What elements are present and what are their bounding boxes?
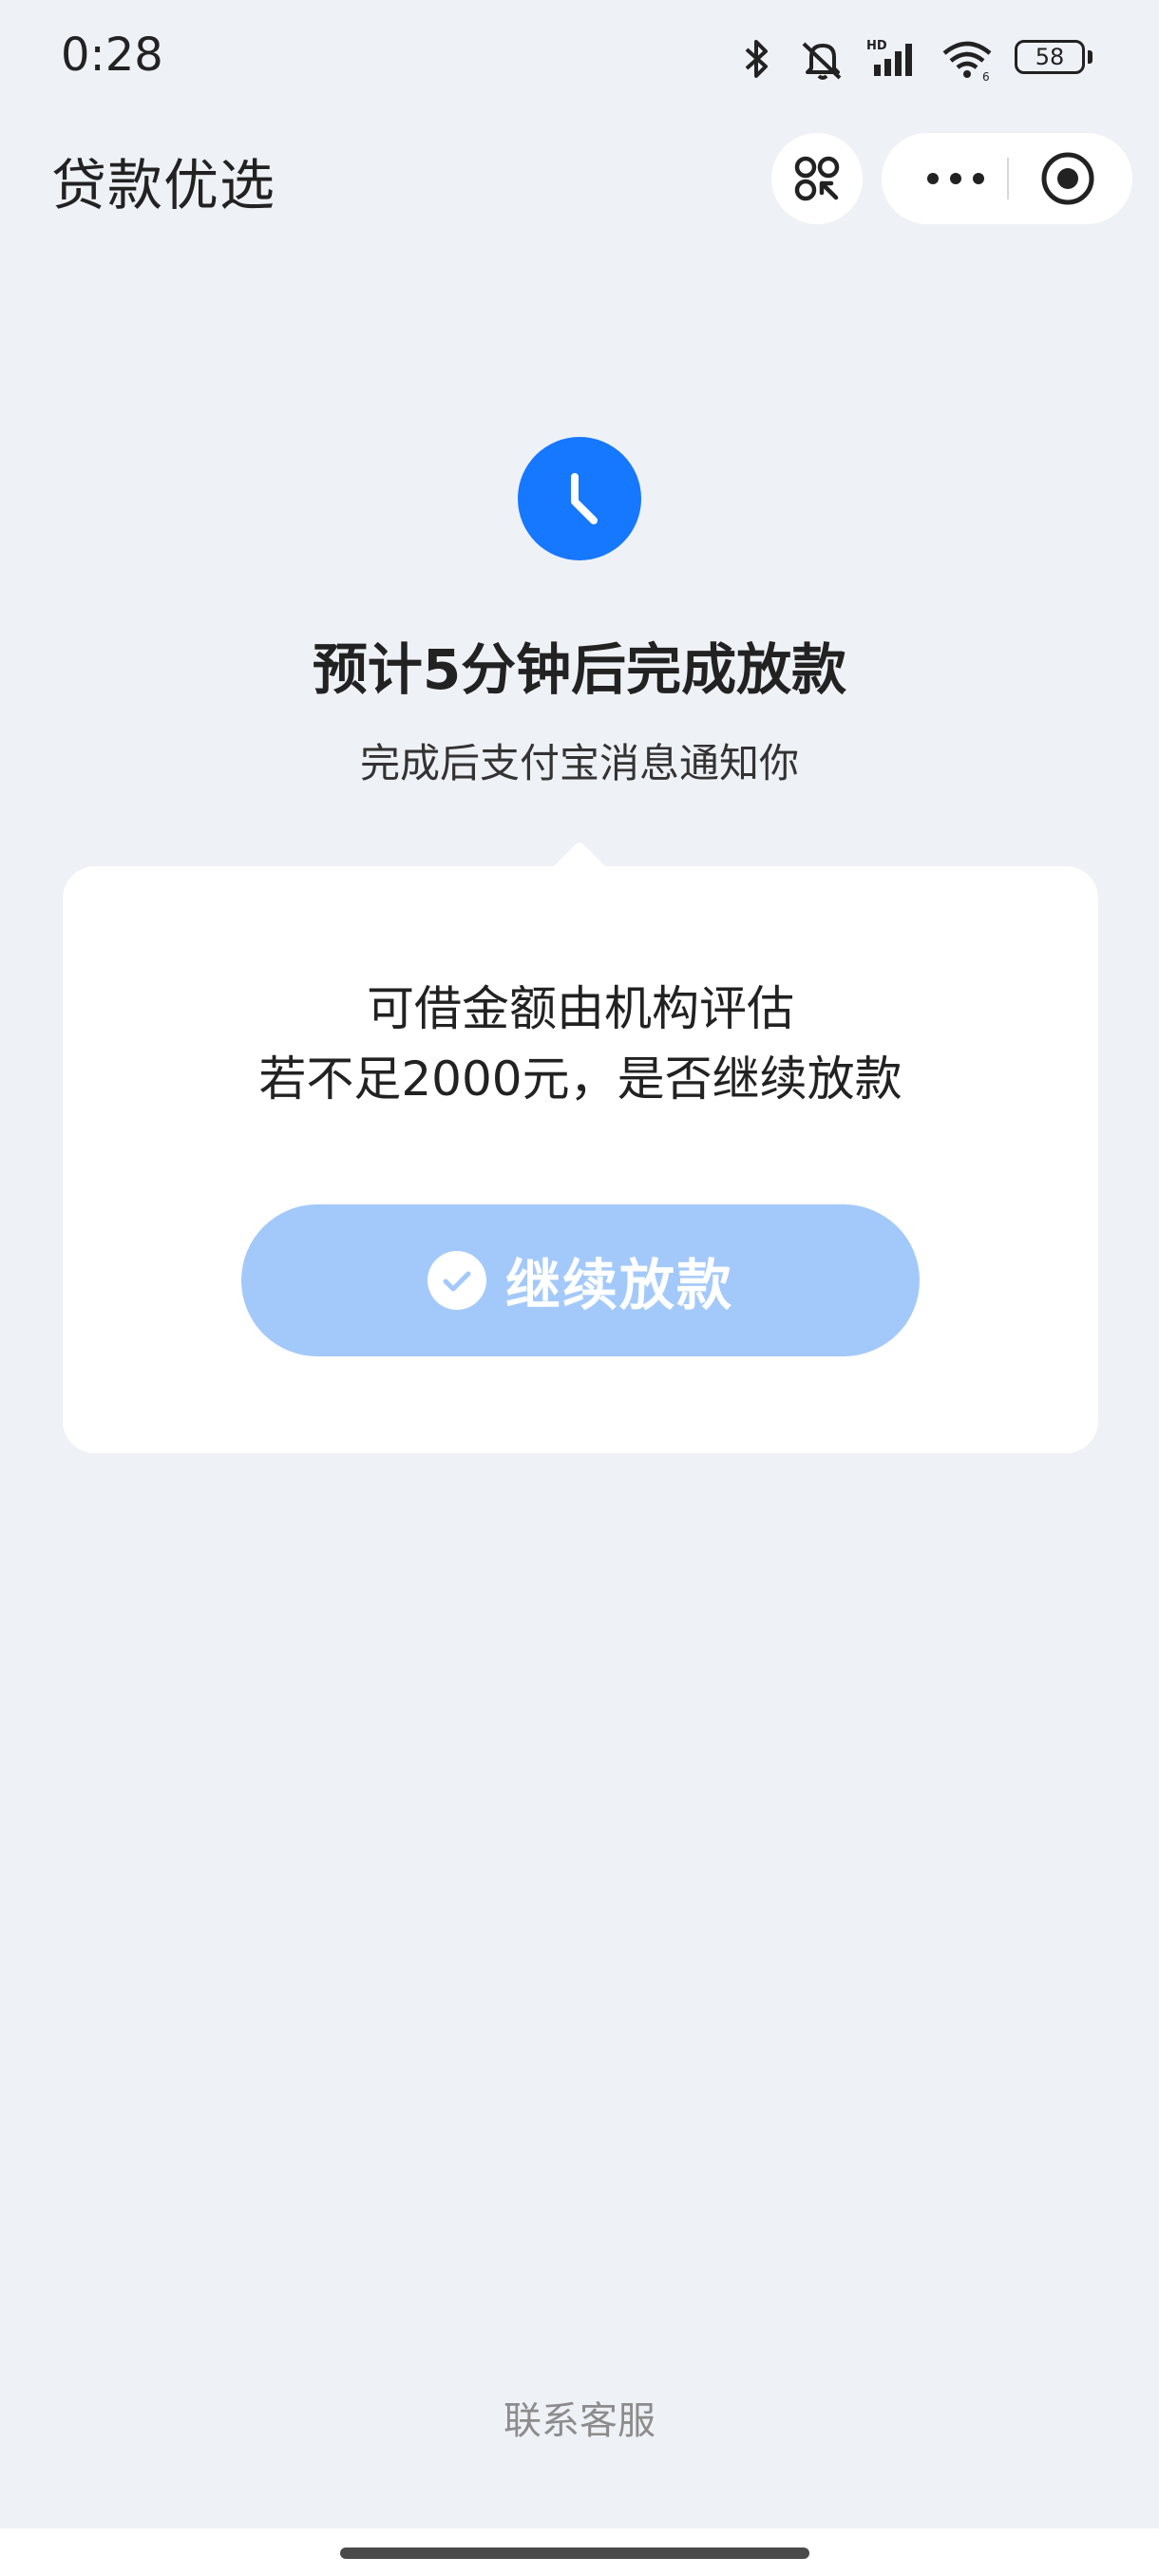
loan-card: 可借金额由机构评估 若不足2000元，是否继续放款 继续放款 (63, 866, 1098, 1453)
scan-button[interactable] (771, 133, 863, 224)
contact-service-link[interactable]: 联系客服 (0, 2390, 1159, 2445)
status-icons: HD 6 58 (737, 32, 1092, 85)
wifi-icon: 6 (942, 41, 992, 82)
close-target-icon (1041, 152, 1094, 205)
continue-loan-label: 继续放款 (504, 1253, 733, 1317)
status-subtitle: 完成后支付宝消息通知你 (359, 740, 799, 786)
battery-icon: 58 (1015, 40, 1092, 78)
status-bar: 0:28 HD 6 58 (0, 0, 1159, 114)
home-indicator[interactable] (340, 2548, 809, 2559)
status-time: 0:28 (61, 28, 163, 82)
more-icon (927, 173, 984, 184)
capsule-divider (1007, 158, 1009, 199)
card-message-line2: 若不足2000元，是否继续放款 (258, 1051, 902, 1107)
svg-text:6: 6 (982, 70, 990, 82)
more-button[interactable] (918, 133, 994, 224)
battery-level: 58 (1035, 44, 1065, 70)
status-title: 预计5分钟后完成放款 (312, 637, 847, 702)
close-button[interactable] (1039, 150, 1096, 207)
bluetooth-icon (745, 40, 768, 78)
continue-loan-button[interactable]: 继续放款 (241, 1204, 920, 1356)
card-message-line1: 可借金额由机构评估 (367, 981, 794, 1036)
clock-icon (518, 437, 641, 560)
mini-program-capsule (882, 133, 1132, 224)
signal-icon: HD (866, 39, 912, 76)
check-circle-icon (427, 1251, 486, 1310)
svg-text:HD: HD (866, 39, 887, 53)
scan-icon (794, 156, 840, 201)
mute-icon (802, 42, 842, 80)
page-title: 贷款优选 (51, 153, 276, 218)
